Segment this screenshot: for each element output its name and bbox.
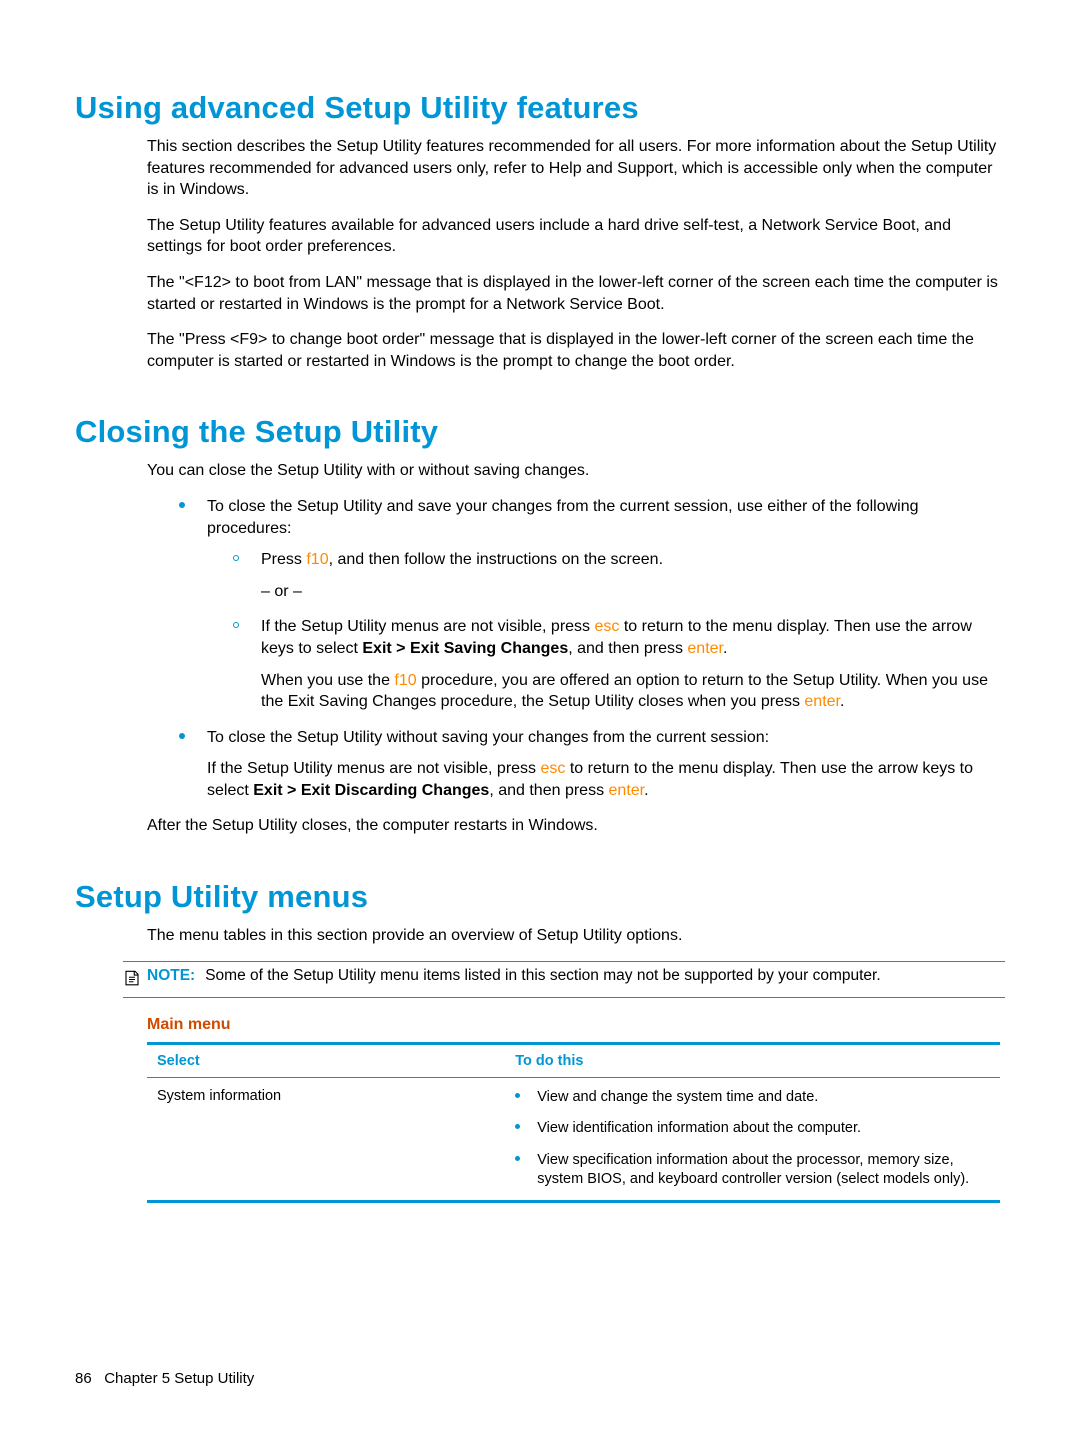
- para-advanced-3: The "<F12> to boot from LAN" message tha…: [147, 272, 1000, 315]
- para-menus-intro: The menu tables in this section provide …: [147, 925, 1000, 947]
- exit-discarding-changes: Exit > Exit Discarding Changes: [253, 782, 489, 799]
- para-advanced-2: The Setup Utility features available for…: [147, 215, 1000, 258]
- heading-advanced-features: Using advanced Setup Utility features: [75, 90, 1005, 126]
- note-text: Some of the Setup Utility menu items lis…: [205, 967, 880, 985]
- closing-discard-para: If the Setup Utility menus are not visib…: [207, 758, 1000, 801]
- key-esc-1: esc: [594, 618, 619, 635]
- key-f10-2: f10: [394, 672, 416, 689]
- closing-sub-para-f10: When you use the f10 procedure, you are …: [261, 670, 1000, 713]
- table-header-row: Select To do this: [147, 1043, 1000, 1077]
- closing-bullet-list: To close the Setup Utility and save your…: [147, 496, 1000, 802]
- section-menus-body: The menu tables in this section provide …: [147, 925, 1000, 947]
- closing-sub-list: Press f10, and then follow the instructi…: [207, 549, 1000, 713]
- para-closing-after: After the Setup Utility closes, the comp…: [147, 815, 1000, 837]
- para-closing-intro: You can close the Setup Utility with or …: [147, 460, 1000, 482]
- th-select: Select: [147, 1043, 505, 1077]
- list-item: View specification information about the…: [515, 1151, 992, 1190]
- para-advanced-4: The "Press <F9> to change boot order" me…: [147, 329, 1000, 372]
- main-menu-table: Select To do this System information Vie…: [147, 1042, 1000, 1203]
- or-separator: – or –: [261, 581, 1000, 603]
- table-row: System information View and change the s…: [147, 1077, 1000, 1201]
- cell-system-information-actions: View and change the system time and date…: [505, 1077, 1000, 1201]
- chapter-title: Setup Utility: [170, 1370, 254, 1387]
- note-block: NOTE: Some of the Setup Utility menu ite…: [123, 961, 1005, 998]
- heading-closing: Closing the Setup Utility: [75, 414, 1005, 450]
- page-number: 86: [75, 1370, 92, 1387]
- subheading-main-menu: Main menu: [147, 1016, 1000, 1034]
- para-advanced-1: This section describes the Setup Utility…: [147, 136, 1000, 201]
- page-footer: 86 Chapter 5 Setup Utility: [75, 1370, 254, 1387]
- actions-list: View and change the system time and date…: [515, 1088, 992, 1190]
- main-menu-block: Main menu Select To do this System infor…: [147, 1016, 1000, 1203]
- chapter-number: 5: [162, 1370, 170, 1387]
- chapter-label: Chapter: [104, 1370, 162, 1387]
- section-closing-body: You can close the Setup Utility with or …: [147, 460, 1000, 837]
- closing-sub-esc: If the Setup Utility menus are not visib…: [233, 616, 1000, 712]
- document-page: Using advanced Setup Utility features Th…: [0, 0, 1080, 1437]
- key-esc-2: esc: [540, 760, 565, 777]
- closing-bullet-save: To close the Setup Utility and save your…: [179, 496, 1000, 713]
- cell-system-information: System information: [147, 1077, 505, 1201]
- note-label: NOTE:: [147, 967, 195, 985]
- key-enter-3: enter: [609, 782, 645, 799]
- key-f10-1: f10: [306, 551, 328, 568]
- key-enter-2: enter: [804, 693, 840, 710]
- closing-bullet-discard: To close the Setup Utility without savin…: [179, 727, 1000, 802]
- note-icon: [123, 969, 141, 992]
- th-todo: To do this: [505, 1043, 1000, 1077]
- section-advanced-body: This section describes the Setup Utility…: [147, 136, 1000, 372]
- heading-menus: Setup Utility menus: [75, 879, 1005, 915]
- list-item: View and change the system time and date…: [515, 1088, 992, 1108]
- closing-sub-f10: Press f10, and then follow the instructi…: [233, 549, 1000, 602]
- exit-saving-changes: Exit > Exit Saving Changes: [362, 640, 568, 657]
- list-item: View identification information about th…: [515, 1119, 992, 1139]
- key-enter-1: enter: [687, 640, 723, 657]
